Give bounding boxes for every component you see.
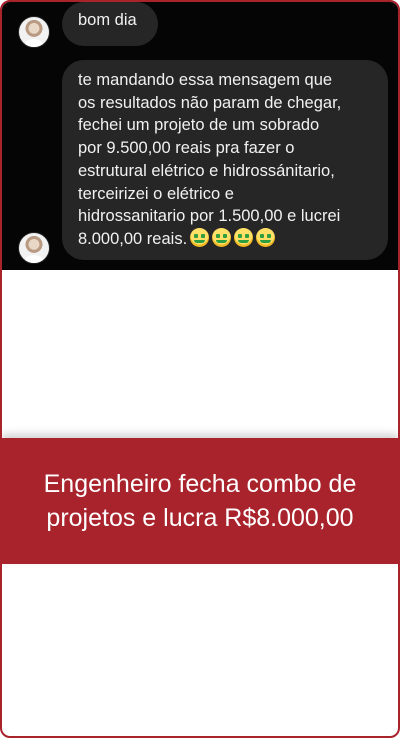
headline-banner: Engenheiro fecha combo de projetos e luc… (2, 438, 398, 564)
money-mouth-face-icon (256, 227, 276, 247)
sender-avatar (18, 232, 50, 264)
message-line: por 9.500,00 reais pra fazer o (78, 139, 295, 158)
emoji-row (187, 227, 276, 248)
post-card: bom dia te mandando essa mensagem que os… (0, 0, 400, 738)
message-line: fechei um projeto de um sobrado (78, 116, 320, 135)
message-line: hidrossanitario por 1.500,00 e lucrei (78, 207, 341, 226)
message-line-last: 8.000,00 reais. (78, 227, 372, 251)
headline-title: Engenheiro fecha combo de projetos e luc… (43, 470, 357, 532)
message-bubble: te mandando essa mensagem que os resulta… (62, 60, 388, 260)
sender-avatar (18, 16, 50, 48)
message-line-text: 8.000,00 reais. (78, 229, 188, 248)
money-mouth-face-icon (234, 227, 254, 247)
money-mouth-face-icon (190, 227, 210, 247)
message-line: estrutural elétrico e hidrossánitario, (78, 161, 335, 180)
message-line: os resultados não param de chegar, (78, 93, 342, 112)
message-line: terceirizei o elétrico e (78, 184, 234, 203)
message-bubble: bom dia (62, 2, 158, 46)
message-text: bom dia (78, 11, 137, 29)
money-mouth-face-icon (212, 227, 232, 247)
message-line: te mandando essa mensagem que (78, 71, 333, 89)
chat-screenshot: bom dia te mandando essa mensagem que os… (2, 2, 398, 270)
